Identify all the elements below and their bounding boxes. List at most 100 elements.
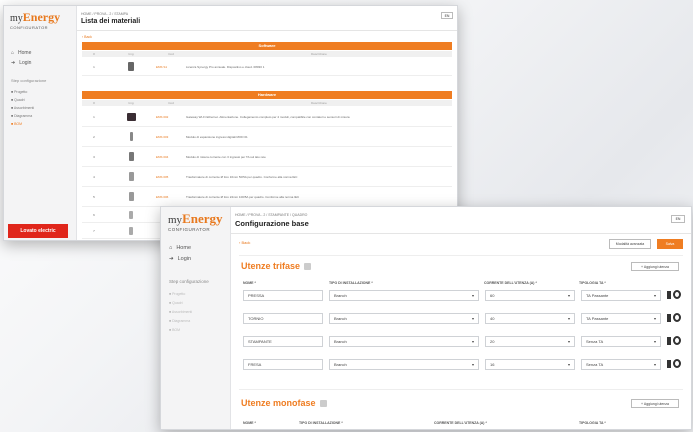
table-row: 1 EMS S1 Licenza Synergy Pro annuale. Di… [82,58,452,76]
step-assorbimenti[interactable]: ■ Assorbimenti [169,310,192,314]
nav-label: Home [18,50,32,56]
chevron-down-icon: ▾ [653,316,656,321]
chevron-down-icon: ▾ [471,339,474,344]
steps-title: Step configurazione [11,78,47,83]
save-button[interactable]: Salva [657,239,683,249]
divider [77,30,457,31]
chevron-down-icon: ▾ [567,293,570,298]
back-link[interactable]: ‹ Back [82,35,92,39]
divider [231,233,691,234]
sidebar: my Energy CONFIGURATOR ⌂ Home ➜ Login St… [4,6,77,240]
sidebar: my Energy CONFIGURATOR ⌂ Home ➜ Login St… [161,207,231,429]
logo: my Energy CONFIGURATOR [168,211,223,232]
col-tipo: TIPO DI INSTALLAZIONE * [299,421,343,425]
step-bom[interactable]: ■ BOM [169,328,180,332]
corrente-select[interactable]: 60 ▾ [485,290,575,301]
step-diagramma[interactable]: ■ Diagramma [11,114,32,118]
ta-select[interactable]: Senza TA ▾ [581,359,661,370]
ta-select[interactable]: TA Passante ▾ [581,290,661,301]
nav-label: Home [176,245,191,251]
delete-icon[interactable] [667,337,671,345]
language-select[interactable]: EN [671,215,685,223]
section-title: Utenze trifase [241,261,301,271]
table-row: 3 EMS 004 Modulo di misura corrente con … [82,147,452,167]
copy-icon[interactable] [673,313,681,322]
name-input[interactable]: FRESA [243,359,323,370]
step-assorbimenti[interactable]: ■ Assorbimenti [11,106,34,110]
logo-my: my [10,13,23,24]
config-window: my Energy CONFIGURATOR ⌂ Home ➜ Login St… [160,206,692,430]
step-progetto[interactable]: ■ Progetto [169,292,185,296]
logo-my: my [168,214,183,226]
copy-icon[interactable] [673,359,681,368]
main-content: HOME / PROVA - 2 / STAMPA Lista dei mate… [77,6,457,240]
ta-select[interactable]: TA Passante ▾ [581,313,661,324]
corrente-select[interactable]: 16 ▾ [485,359,575,370]
ta-select[interactable]: Senza TA ▾ [581,336,661,347]
back-link[interactable]: ‹ Back [239,240,250,245]
nav-label: Login [177,256,192,262]
info-icon [304,262,312,270]
chevron-down-icon: ▾ [471,293,474,298]
chevron-down-icon: ▾ [653,362,656,367]
sidebar-item-login[interactable]: ➜ Login [11,60,31,66]
language-select[interactable]: EN [441,12,453,19]
logo-energy: Energy [22,10,61,24]
logo-energy: Energy [182,211,223,226]
chevron-down-icon: ▾ [653,339,656,344]
name-input[interactable]: TORNIO [243,313,323,324]
copy-icon[interactable] [673,336,681,345]
chevron-down-icon: ▾ [567,339,570,344]
corrente-select[interactable]: 40 ▾ [485,313,575,324]
advanced-mode-button[interactable]: Modalità avanzata [609,239,651,249]
section-title: Utenze monofase [241,398,316,408]
name-input[interactable]: PRESSA [243,290,323,301]
sidebar-item-login[interactable]: ➜ Login [169,256,191,262]
chevron-down-icon: ▾ [471,316,474,321]
tipo-select[interactable]: Branch ▾ [329,290,479,301]
col-corrente: CORRENTE DELL'UTENZA (A) * [434,421,487,425]
step-quadri[interactable]: ■ Quadri [169,301,183,305]
login-icon: ➜ [169,256,174,262]
tipo-select[interactable]: Branch ▾ [329,359,479,370]
breadcrumb: HOME / PROVA - 2 / STAMPA [81,12,129,16]
sidebar-item-home[interactable]: ⌂ Home [169,245,191,251]
corrente-select[interactable]: 20 ▾ [485,336,575,347]
utenza-row: FRESA Branch ▾ 16 ▾ Senza TA ▾ [243,359,681,372]
tipo-select[interactable]: Branch ▾ [329,313,479,324]
step-bom[interactable]: ■ BOM [11,122,22,126]
step-progetto[interactable]: ■ Progetto [11,90,27,94]
info-icon [319,399,327,407]
step-quadri[interactable]: ■ Quadri [11,98,25,102]
delete-icon[interactable] [667,291,671,299]
software-header: Software [82,42,452,50]
tipo-select[interactable]: Branch ▾ [329,336,479,347]
chevron-down-icon: ▾ [567,316,570,321]
logo: my Energy CONFIGURATOR [10,10,60,30]
add-utenza-button[interactable]: + Aggiungi utenza [631,262,679,271]
table-header: # Img Cod Descrizione [82,100,452,106]
chevron-down-icon: ▾ [653,293,656,298]
utenza-row: TORNIO Branch ▾ 40 ▾ TA Passante ▾ [243,313,681,326]
add-utenza-button[interactable]: + Aggiungi utenza [631,399,679,408]
col-ta: TIPOLOGIA TA * [579,281,606,285]
delete-icon[interactable] [667,314,671,322]
home-icon: ⌂ [11,50,15,56]
logo-configurator: CONFIGURATOR [168,227,211,232]
step-diagramma[interactable]: ■ Diagramma [169,319,190,323]
name-input[interactable]: STAMPANTE [243,336,323,347]
delete-icon[interactable] [667,360,671,368]
sidebar-item-home[interactable]: ⌂ Home [11,50,31,56]
product-image [129,226,133,235]
table-row: 1 EMS 002 Gateway Wi-Fi Ethernet. Alimen… [82,107,452,127]
col-nome: NOME * [243,421,256,425]
product-image [129,132,133,141]
monofase-section: Utenze monofase + Aggiungi utenza NOME *… [239,389,683,429]
utenza-row: PRESSA Branch ▾ 60 ▾ TA Passante ▾ [243,290,681,303]
logo-configurator: CONFIGURATOR [10,25,49,30]
table-row: 4 EMS 005 Trasformatore di corrente Ø fo… [82,167,452,187]
col-tipo: TIPO DI INSTALLAZIONE * [329,281,373,285]
steps-title: Step configurazione [169,279,209,284]
copy-icon[interactable] [673,290,681,299]
breadcrumb: HOME / PROVA - 2 / STAMPANTE / QUADRO [235,213,308,217]
